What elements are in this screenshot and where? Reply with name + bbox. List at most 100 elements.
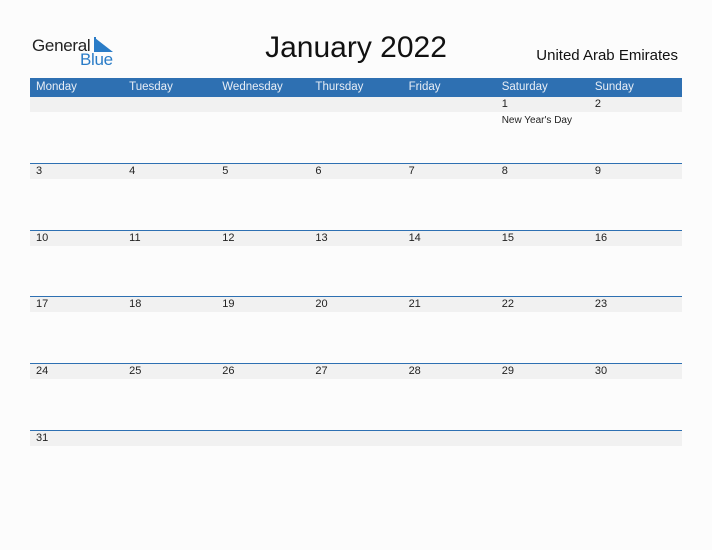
day-number-band — [588, 97, 682, 112]
day-number-band — [309, 431, 403, 446]
day-number-band — [309, 97, 403, 112]
day-cell — [309, 431, 403, 498]
day-number: 5 — [222, 165, 229, 177]
week-row: 3 4 5 6 7 8 9 — [30, 163, 682, 231]
day-cell[interactable]: 24 — [30, 364, 124, 431]
day-number: 24 — [36, 365, 49, 377]
day-cell — [495, 431, 589, 498]
day-number: 7 — [408, 165, 415, 177]
day-cell[interactable]: 3 — [30, 164, 124, 231]
weekday-friday: Friday — [408, 81, 441, 93]
day-number: 18 — [129, 298, 142, 310]
country-label: United Arab Emirates — [536, 47, 678, 64]
day-number: 31 — [36, 432, 49, 444]
day-cell[interactable]: 28 — [402, 364, 496, 431]
day-cell — [216, 431, 310, 498]
day-number-band — [216, 164, 310, 179]
day-cell[interactable]: 8 — [495, 164, 589, 231]
day-cell[interactable]: 22 — [495, 297, 589, 364]
day-number-band — [402, 431, 496, 446]
day-number: 11 — [129, 232, 141, 244]
day-cell[interactable]: 7 — [402, 164, 496, 231]
day-cell[interactable]: 21 — [402, 297, 496, 364]
weekday-thursday: Thursday — [315, 81, 364, 93]
day-number: 6 — [315, 165, 322, 177]
day-cell[interactable]: 19 — [216, 297, 310, 364]
day-cell — [123, 431, 217, 498]
day-number: 17 — [36, 298, 49, 310]
day-cell[interactable]: 17 — [30, 297, 124, 364]
day-cell — [123, 97, 217, 164]
day-number-band — [402, 97, 496, 112]
day-number-band — [402, 164, 496, 179]
day-number: 19 — [222, 298, 235, 310]
holiday-label: New Year's Day — [501, 115, 572, 126]
week-row: 10 11 12 13 14 15 16 — [30, 230, 682, 298]
day-number-band — [309, 164, 403, 179]
day-cell[interactable]: 4 — [123, 164, 217, 231]
day-cell[interactable]: 26 — [216, 364, 310, 431]
day-number: 23 — [594, 298, 608, 310]
day-cell[interactable]: 12 — [216, 231, 310, 298]
day-number-band — [495, 431, 589, 446]
day-cell[interactable]: 30 — [588, 364, 682, 431]
day-number-band — [123, 164, 217, 179]
day-cell[interactable]: 29 — [495, 364, 589, 431]
weekday-tuesday: Tuesday — [129, 81, 173, 93]
day-cell[interactable]: 11 — [123, 231, 217, 298]
day-number: 12 — [222, 232, 235, 244]
week-row: 24 25 26 27 28 29 30 — [30, 363, 682, 431]
weekday-header: Monday Tuesday Wednesday Thursday Friday Satu… — [30, 78, 682, 97]
day-number: 15 — [501, 232, 514, 244]
day-cell — [216, 97, 310, 164]
day-cell — [30, 97, 124, 164]
day-number: 13 — [315, 232, 328, 244]
day-cell[interactable]: 2 — [588, 97, 682, 164]
day-cell[interactable]: 23 — [588, 297, 682, 364]
day-cell[interactable]: 15 — [495, 231, 589, 298]
day-number: 27 — [315, 365, 328, 377]
day-cell[interactable]: 10 — [30, 231, 124, 298]
day-cell[interactable]: 25 — [123, 364, 217, 431]
day-number: 28 — [408, 365, 421, 377]
day-number-band — [495, 164, 589, 179]
day-cell[interactable]: 18 — [123, 297, 217, 364]
day-number: 10 — [36, 232, 49, 244]
week-row: 31 — [30, 430, 682, 498]
day-cell[interactable]: 16 — [588, 231, 682, 298]
day-cell[interactable]: 31 — [30, 431, 124, 498]
day-cell[interactable]: 9 — [588, 164, 682, 231]
day-number-band — [495, 97, 589, 112]
day-number-band — [216, 431, 310, 446]
day-cell[interactable]: 14 — [402, 231, 496, 298]
day-number-band — [216, 97, 310, 112]
day-number: 25 — [129, 365, 142, 377]
day-number: 16 — [594, 232, 608, 244]
day-number-band — [588, 431, 682, 446]
day-cell — [588, 431, 682, 498]
day-number-band — [588, 164, 682, 179]
day-cell[interactable]: 1 New Year's Day — [495, 97, 589, 164]
weekday-monday: Monday — [36, 81, 77, 93]
day-number: 9 — [594, 165, 601, 177]
day-number: 29 — [501, 365, 514, 377]
day-cell[interactable]: 5 — [216, 164, 310, 231]
day-number: 8 — [501, 165, 508, 177]
day-cell[interactable]: 6 — [309, 164, 403, 231]
weekday-saturday: Saturday — [501, 81, 548, 93]
day-number: 20 — [315, 298, 328, 310]
day-number: 2 — [594, 98, 601, 110]
day-cell[interactable]: 13 — [309, 231, 403, 298]
week-row: 1 New Year's Day 2 — [30, 97, 682, 164]
weekday-wednesday: Wednesday — [222, 81, 283, 93]
day-number: 21 — [408, 298, 421, 310]
day-cell — [402, 97, 496, 164]
day-number: 14 — [408, 232, 421, 244]
day-number-band — [30, 97, 124, 112]
day-cell[interactable]: 27 — [309, 364, 403, 431]
day-number: 30 — [594, 365, 608, 377]
day-cell[interactable]: 20 — [309, 297, 403, 364]
day-number: 3 — [36, 165, 43, 177]
day-number: 4 — [129, 165, 136, 177]
day-number-band — [123, 431, 217, 446]
